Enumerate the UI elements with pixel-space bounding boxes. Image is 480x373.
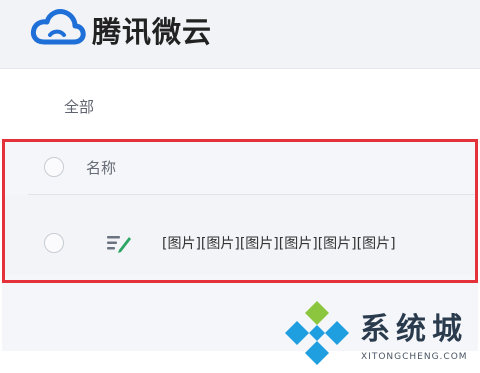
breadcrumb-all[interactable]: 全部 <box>64 96 94 117</box>
cloud-logo-icon[interactable] <box>30 8 86 48</box>
watermark-url: XITONGCHENG.COM <box>361 352 468 362</box>
document-edit-icon <box>107 236 131 253</box>
table-row[interactable]: [图片][图片][图片][图片][图片][图片] <box>2 195 478 275</box>
select-all-checkbox[interactable] <box>44 157 64 177</box>
table-header: 名称 <box>2 141 478 191</box>
column-header-name[interactable]: 名称 <box>86 157 116 178</box>
file-name[interactable]: [图片][图片][图片][图片][图片][图片] <box>162 233 396 253</box>
app-title: 腾讯微云 <box>92 15 213 49</box>
row-checkbox[interactable] <box>44 233 64 253</box>
app-header: 腾讯微云 <box>0 0 480 69</box>
watermark-text: 系统城 <box>360 312 468 347</box>
site-logo-icon <box>285 301 349 365</box>
